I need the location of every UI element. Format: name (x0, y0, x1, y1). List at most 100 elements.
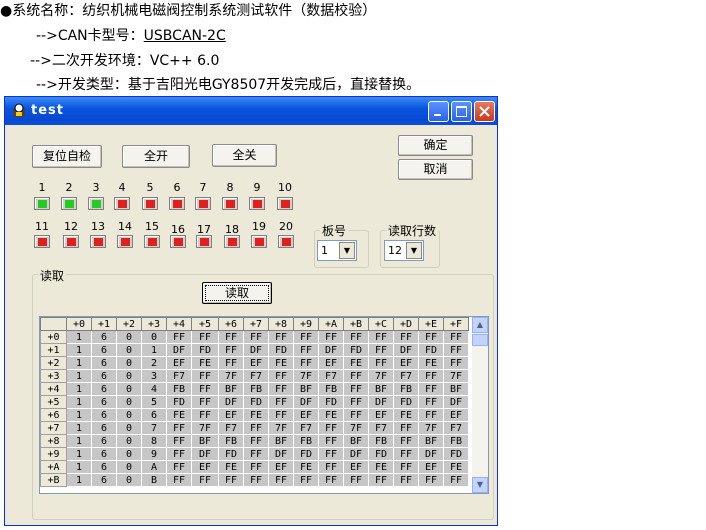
row-header: +2 (40, 356, 67, 370)
read-rows-select[interactable]: 12 ▼ (384, 240, 424, 261)
column-header[interactable]: +3 (141, 317, 167, 331)
cancel-button[interactable]: 取消 (398, 159, 473, 180)
all-off-button[interactable]: 全关 (212, 144, 277, 167)
valve-8-indicator[interactable] (222, 197, 238, 210)
chevron-down-icon[interactable]: ▼ (339, 242, 355, 259)
table-cell: BF (368, 382, 394, 396)
title-bar[interactable]: test (5, 97, 497, 125)
scroll-up-button[interactable]: ▲ (472, 317, 488, 333)
row-header: +1 (40, 343, 67, 357)
table-cell: FE (343, 356, 369, 370)
scroll-down-button[interactable]: ▼ (472, 477, 488, 493)
column-header[interactable]: +4 (166, 317, 192, 331)
table-cell: EF (443, 408, 469, 422)
table-cell: FF (191, 395, 219, 409)
table-cell: FB (218, 434, 244, 448)
valve-3-indicator[interactable] (88, 197, 104, 210)
table-cell: 0 (116, 395, 142, 409)
valve-10-indicator[interactable] (277, 197, 293, 210)
column-header[interactable]: +B (343, 317, 369, 331)
valve-16-indicator[interactable] (170, 235, 186, 248)
table-row[interactable]: +4 1 6 0 4 FB FF BF FB FF BF FB FF BF FB FF BF (40, 382, 469, 396)
close-button[interactable] (474, 101, 495, 122)
table-row[interactable]: +9 1 6 0 9 FF DF FD FF DF FD FF DF FD FF DF FD (40, 447, 469, 461)
ok-button[interactable]: 确定 (398, 135, 473, 156)
column-header[interactable]: +E (418, 317, 444, 331)
valve-13-indicator[interactable] (90, 235, 106, 248)
valve-4-indicator[interactable] (114, 197, 130, 210)
column-header[interactable]: +0 (66, 317, 92, 331)
table-row[interactable]: +3 1 6 0 3 F7 FF 7F F7 FF 7F F7 FF 7F F7 FF 7F (40, 369, 469, 383)
all-on-button[interactable]: 全开 (122, 145, 190, 168)
valve-20-indicator[interactable] (278, 235, 294, 248)
reset-check-button[interactable]: 复位自检 (32, 145, 102, 168)
table-cell: 1 (66, 421, 92, 435)
valve-18-indicator[interactable] (224, 235, 240, 248)
valve-15-indicator[interactable] (144, 235, 160, 248)
table-cell: EF (218, 408, 244, 422)
table-cell: FF (318, 473, 344, 487)
valve-12-indicator[interactable] (63, 235, 79, 248)
table-row[interactable]: +B 1 6 0 B FF FF FF FF FF FF FF FF FF FF FF FF (40, 473, 469, 487)
column-header[interactable]: +7 (243, 317, 269, 331)
valve-2-indicator[interactable] (61, 197, 77, 210)
table-row[interactable]: +A 1 6 0 A FF EF FE FF EF FE FF EF FE FF EF FE (40, 460, 469, 474)
column-header[interactable] (40, 317, 67, 331)
table-cell: FF (343, 395, 369, 409)
table-row[interactable]: +5 1 6 0 5 FD FF DF FD FF DF FD FF DF FD FF DF (40, 395, 469, 409)
table-row[interactable]: +0 1 6 0 0 FF FF FF FF FF FF FF FF FF FF FF FF (40, 330, 469, 344)
data-grid[interactable]: +0 +1 +2 +3 +4 +5 +6 +7 +8 +9 +A +B +C +D +E +F +0 1 6 0 0 F… (39, 316, 489, 494)
valve-6-indicator[interactable] (169, 197, 185, 210)
table-cell: FE (166, 408, 192, 422)
valve-7-indicator[interactable] (195, 197, 211, 210)
column-header[interactable]: +6 (218, 317, 244, 331)
valve-9-indicator[interactable] (249, 197, 265, 210)
table-cell: FF (243, 447, 269, 461)
valve-19-indicator[interactable] (251, 235, 267, 248)
column-header[interactable]: +D (393, 317, 419, 331)
table-row[interactable]: +8 1 6 0 8 FF BF FB FF BF FB FF BF FB FF BF FB (40, 434, 469, 448)
valve-14-indicator[interactable] (117, 235, 133, 248)
board-number-select[interactable]: 1 ▼ (317, 240, 357, 261)
table-cell: 0 (116, 369, 142, 383)
table-row[interactable]: +7 1 6 0 7 FF 7F F7 FF 7F F7 FF 7F F7 FF 7F F7 (40, 421, 469, 435)
column-header[interactable]: +1 (91, 317, 117, 331)
vertical-scrollbar[interactable]: ▲ ▼ (472, 317, 488, 493)
system-name-line: ●系统名称：纺织机械电磁阀控制系统测试软件（数据校验） (0, 3, 377, 19)
column-header[interactable]: +8 (268, 317, 294, 331)
table-cell: FF (166, 460, 192, 474)
table-cell: FF (343, 330, 369, 344)
table-cell: DF (293, 395, 319, 409)
can-card-link[interactable]: USBCAN-2C (144, 28, 226, 44)
column-header[interactable]: +2 (116, 317, 142, 331)
table-cell: 6 (91, 434, 117, 448)
valve-5-indicator[interactable] (142, 197, 158, 210)
column-header[interactable]: +9 (293, 317, 319, 331)
column-header[interactable]: +5 (191, 317, 219, 331)
table-row[interactable]: +2 1 6 0 2 EF FE FF EF FE FF EF FE FF EF FE FF (40, 356, 469, 370)
scroll-thumb[interactable] (472, 334, 488, 346)
table-cell: FF (418, 369, 444, 383)
maximize-button[interactable] (451, 101, 472, 122)
column-header[interactable]: +C (368, 317, 394, 331)
table-cell: EF (293, 408, 319, 422)
valve-17-indicator[interactable] (196, 235, 212, 248)
chevron-down-icon[interactable]: ▼ (406, 242, 422, 259)
table-cell: FF (443, 473, 469, 487)
column-header[interactable]: +F (443, 317, 469, 331)
table-cell: 0 (116, 408, 142, 422)
table-cell: 7F (293, 369, 319, 383)
table-cell: FE (268, 356, 294, 370)
table-cell: DF (191, 447, 219, 461)
valve-11-indicator[interactable] (34, 235, 50, 248)
read-button[interactable]: 读取 (202, 282, 272, 304)
test-dialog: test 复位自检 全开 全关 确定 取消 1 2 3 4 5 6 7 8 9 10 11 12 13 1… (4, 96, 498, 526)
valve-1-indicator[interactable] (34, 197, 50, 210)
minimize-button[interactable] (428, 101, 449, 122)
table-row[interactable]: +6 1 6 0 6 FE FF EF FE FF EF FE FF EF FE FF EF (40, 408, 469, 422)
column-header[interactable]: +A (318, 317, 344, 331)
table-cell: FB (443, 434, 469, 448)
table-cell: FF (268, 330, 294, 344)
table-cell: 6 (91, 473, 117, 487)
table-row[interactable]: +1 1 6 0 1 DF FD FF DF FD FF DF FD FF DF FD FF (40, 343, 469, 357)
